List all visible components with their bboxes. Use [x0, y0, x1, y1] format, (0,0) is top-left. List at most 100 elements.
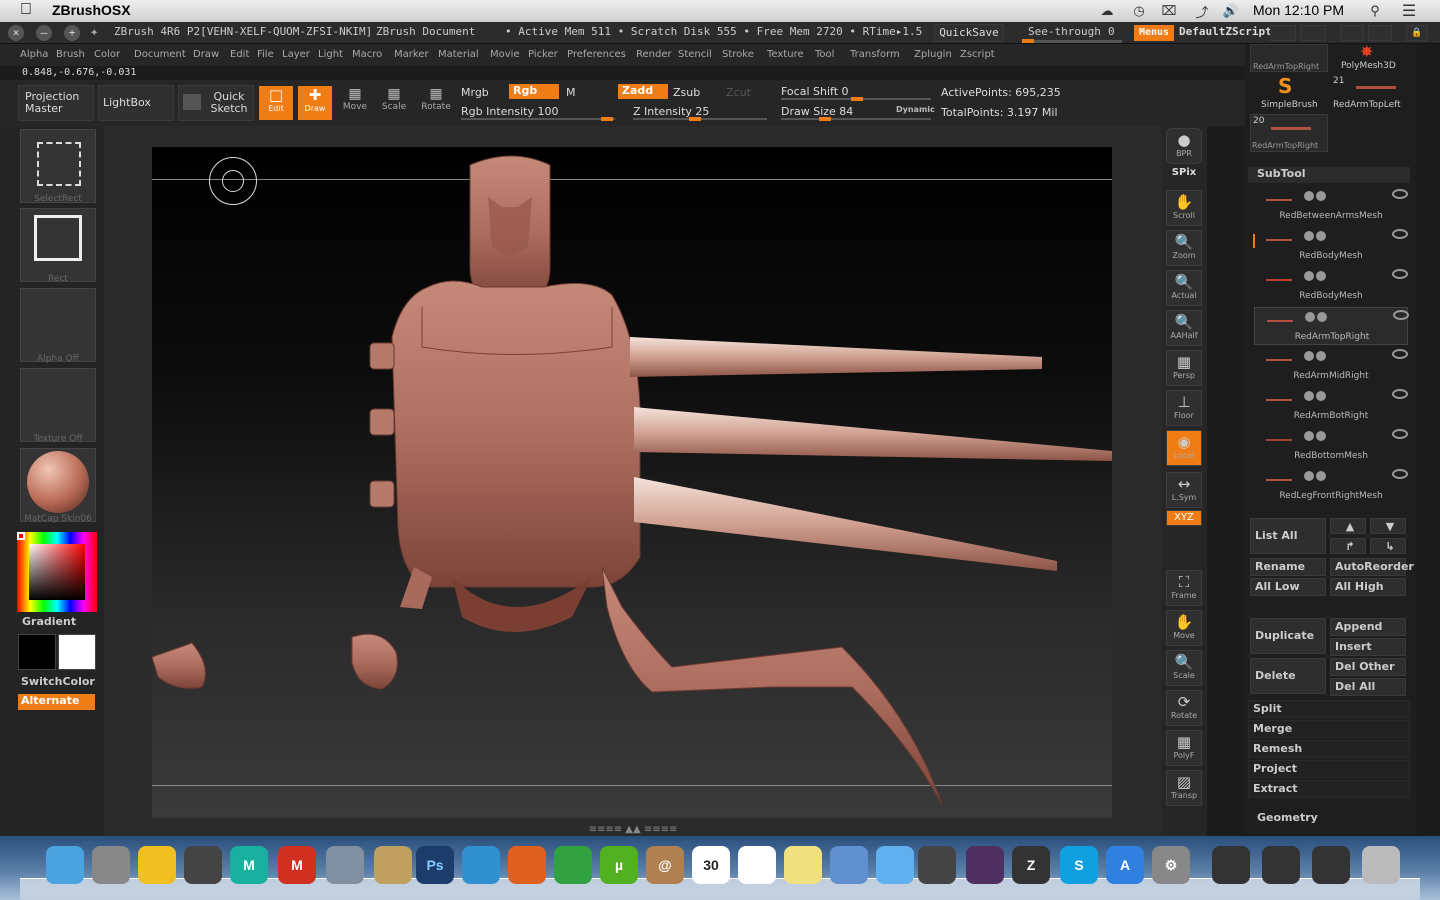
- right-tool-persp[interactable]: ▦ Persp: [1166, 350, 1202, 386]
- split-section[interactable]: Split: [1248, 700, 1410, 718]
- visibility-eye-icon[interactable]: [1392, 269, 1408, 279]
- subtool-header[interactable]: SubTool: [1248, 167, 1410, 183]
- zsub-toggle[interactable]: Zsub: [673, 86, 700, 99]
- menu-document[interactable]: Document: [134, 49, 186, 60]
- right-tool-spix[interactable]: SPix: [1166, 168, 1202, 182]
- quick-sketch-button[interactable]: Quick Sketch: [178, 85, 254, 121]
- see-through-slider[interactable]: [1022, 39, 1122, 43]
- toolbox-icon[interactable]: [374, 846, 412, 884]
- del-all-button[interactable]: Del All: [1330, 678, 1406, 696]
- rename-button[interactable]: Rename: [1250, 558, 1326, 576]
- draw-size-slider[interactable]: [781, 117, 931, 121]
- zcut-toggle[interactable]: Zcut: [726, 86, 751, 99]
- move-up-right-arrow-icon[interactable]: ↱: [1330, 538, 1366, 554]
- subtool-item[interactable]: RedBottomMesh: [1254, 427, 1408, 465]
- contacts-icon[interactable]: @: [646, 846, 684, 884]
- zbrush-dock-icon[interactable]: Z: [1012, 846, 1050, 884]
- subtool-toggle-icon[interactable]: [1304, 351, 1314, 361]
- move-up-arrow-icon[interactable]: ▲: [1330, 518, 1366, 534]
- maximize-window-icon[interactable]: +: [64, 25, 80, 41]
- chrome-icon[interactable]: [554, 846, 592, 884]
- rotate-button[interactable]: ▦ Rotate: [419, 86, 453, 120]
- stickies-icon[interactable]: [784, 846, 822, 884]
- tool-thumb-polymesh3d[interactable]: ✸ PolyMesh3D: [1332, 42, 1410, 72]
- menu-color[interactable]: Color: [94, 49, 120, 60]
- tool-thumb-redarmtopright[interactable]: RedArmTopRight: [1250, 44, 1328, 72]
- launchpad-icon[interactable]: [92, 846, 130, 884]
- see-through-value[interactable]: 0: [1108, 25, 1115, 38]
- subtool-item[interactable]: RedBetweenArmsMesh: [1254, 187, 1408, 225]
- visibility-eye-icon[interactable]: [1393, 310, 1409, 320]
- menu-zplugin[interactable]: Zplugin: [914, 49, 952, 60]
- right-tool-lsym[interactable]: ↔ L.Sym: [1166, 472, 1202, 508]
- menus-button[interactable]: Menus: [1134, 25, 1174, 41]
- right-tool-zoom[interactable]: 🔍 Zoom: [1166, 230, 1202, 266]
- tray-toggle-right-icon[interactable]: [1300, 25, 1326, 41]
- subtool-toggle-icon[interactable]: [1316, 231, 1326, 241]
- menu-stencil[interactable]: Stencil: [678, 49, 712, 60]
- safari-icon[interactable]: [462, 846, 500, 884]
- app-store-icon[interactable]: A: [1106, 846, 1144, 884]
- material-thumb[interactable]: [20, 448, 96, 522]
- right-tool-floor[interactable]: ⊥ Floor: [1166, 390, 1202, 426]
- window-thumb-icon[interactable]: [1212, 846, 1250, 884]
- plex-icon[interactable]: [966, 846, 1004, 884]
- subtool-toggle-icon[interactable]: [1316, 191, 1326, 201]
- time-machine-icon[interactable]: ◷: [1130, 3, 1148, 19]
- lock-icon[interactable]: 🔒: [1406, 25, 1428, 41]
- mrgb-toggle[interactable]: Mrgb: [461, 86, 489, 99]
- list-all-button[interactable]: List All: [1250, 518, 1326, 554]
- trash-icon[interactable]: [1362, 846, 1400, 884]
- menu-draw[interactable]: Draw: [193, 49, 219, 60]
- subtool-toggle-icon[interactable]: [1304, 391, 1314, 401]
- m-toggle[interactable]: M: [566, 86, 576, 99]
- focal-shift-slider[interactable]: [781, 97, 931, 101]
- minimize-window-icon[interactable]: –: [36, 25, 52, 41]
- menu-movie[interactable]: Movie: [490, 49, 520, 60]
- facetime-icon[interactable]: [918, 846, 956, 884]
- delete-button[interactable]: Delete: [1250, 658, 1326, 694]
- window-thumb-icon-3[interactable]: [1312, 846, 1350, 884]
- tool-thumb-simplebrush[interactable]: S SimpleBrush: [1250, 74, 1328, 112]
- merge-section[interactable]: Merge: [1248, 720, 1410, 738]
- mudbox-icon[interactable]: M: [278, 846, 316, 884]
- subtool-toggle-icon[interactable]: [1305, 312, 1315, 322]
- menu-transform[interactable]: Transform: [850, 49, 900, 60]
- switchcolor-button[interactable]: SwitchColor: [21, 675, 95, 688]
- subtool-toggle-icon[interactable]: [1304, 271, 1314, 281]
- project-section[interactable]: Project: [1248, 760, 1410, 778]
- secondary-color-swatch[interactable]: [58, 634, 96, 670]
- window-thumb-icon-2[interactable]: [1262, 846, 1300, 884]
- subtool-toggle-icon[interactable]: [1304, 471, 1314, 481]
- subtool-item[interactable]: RedArmMidRight: [1254, 347, 1408, 385]
- subtool-item[interactable]: RedBodyMesh: [1254, 227, 1408, 265]
- photo-booth-icon[interactable]: [184, 846, 222, 884]
- alternate-button[interactable]: Alternate: [18, 694, 95, 710]
- alpha-thumb[interactable]: [20, 288, 96, 362]
- subtool-toggle-icon[interactable]: [1304, 191, 1314, 201]
- maya-icon[interactable]: M: [230, 846, 268, 884]
- subtool-item[interactable]: RedLegFrontRightMesh: [1254, 467, 1408, 505]
- layout-icon[interactable]: [1340, 25, 1364, 41]
- visibility-eye-icon[interactable]: [1392, 189, 1408, 199]
- right-tool-transp[interactable]: ▨ Transp: [1166, 770, 1202, 806]
- menu-texture[interactable]: Texture: [767, 49, 804, 60]
- right-tool-move[interactable]: ✋ Move: [1166, 610, 1202, 646]
- select-rect-thumb[interactable]: [20, 129, 96, 203]
- projection-master-button[interactable]: Projection Master: [18, 85, 94, 121]
- menu-material[interactable]: Material: [438, 49, 479, 60]
- apple-icon[interactable]: : [20, 1, 32, 19]
- rgb-toggle[interactable]: Rgb: [509, 84, 559, 99]
- subtool-toggle-icon[interactable]: [1316, 271, 1326, 281]
- subtool-item[interactable]: RedArmBotRight: [1254, 387, 1408, 425]
- wifi-icon[interactable]: ⤴: [1193, 3, 1211, 20]
- extract-section[interactable]: Extract: [1248, 780, 1410, 798]
- finder-icon[interactable]: [46, 846, 84, 884]
- menu-render[interactable]: Render: [636, 49, 672, 60]
- menu-light[interactable]: Light: [318, 49, 343, 60]
- autoreorder-button[interactable]: AutoReorder: [1330, 558, 1414, 576]
- rect-thumb[interactable]: [20, 208, 96, 282]
- right-tool-polyf[interactable]: ▦ PolyF: [1166, 730, 1202, 766]
- nuke-icon[interactable]: [138, 846, 176, 884]
- dynamic-toggle[interactable]: Dynamic: [896, 105, 935, 114]
